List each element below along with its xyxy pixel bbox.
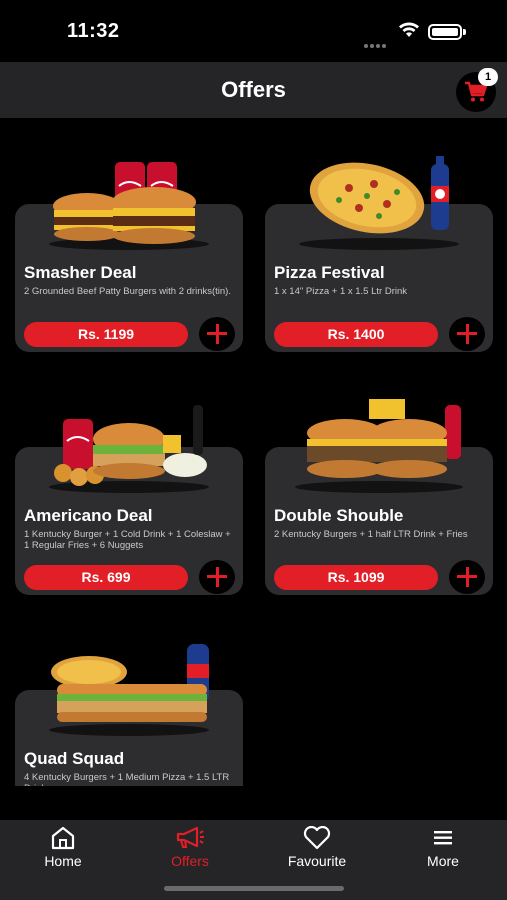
battery-icon: [428, 24, 462, 40]
price-button[interactable]: Rs. 1400: [274, 322, 438, 347]
offer-card[interactable]: Pizza Festival 1 x 14" Pizza + 1 x 1.5 L…: [265, 156, 493, 352]
offer-image: [49, 644, 209, 736]
heart-icon: [303, 826, 331, 850]
offer-image: [299, 156, 459, 250]
add-to-cart-button[interactable]: [449, 560, 485, 594]
status-bar: 11:32: [0, 0, 507, 62]
price-button[interactable]: Rs. 1199: [24, 322, 188, 347]
offer-description: 2 Grounded Beef Patty Burgers with 2 dri…: [24, 286, 231, 297]
tab-label: Offers: [171, 853, 209, 869]
price-button[interactable]: Rs. 699: [24, 565, 188, 590]
page-title: Offers: [221, 77, 286, 102]
tab-offers[interactable]: Offers: [140, 826, 240, 876]
offer-card[interactable]: Americano Deal 1 Kentucky Burger + 1 Col…: [15, 405, 243, 595]
tab-home[interactable]: Home: [13, 826, 113, 876]
megaphone-icon: [176, 826, 204, 848]
status-time: 11:32: [67, 20, 120, 42]
tab-label: More: [427, 853, 459, 869]
offer-title: Americano Deal: [24, 506, 153, 525]
home-indicator: [164, 886, 344, 891]
offer-image: [295, 399, 463, 493]
offer-image: [49, 162, 209, 250]
tab-more[interactable]: More: [393, 826, 493, 876]
offer-description: 2 Kentucky Burgers + 1 half LTR Drink + …: [274, 529, 468, 540]
add-to-cart-button[interactable]: [449, 317, 485, 351]
price-button[interactable]: Rs. 1099: [274, 565, 438, 590]
offer-title: Quad Squad: [24, 749, 125, 768]
offer-card[interactable]: Double Shouble 2 Kentucky Burgers + 1 ha…: [265, 399, 493, 595]
add-to-cart-button[interactable]: [199, 317, 235, 351]
add-to-cart-button[interactable]: [199, 560, 235, 594]
offer-card[interactable]: Smasher Deal 2 Grounded Beef Patty Burge…: [15, 162, 243, 352]
cart-count-badge: 1: [478, 68, 498, 86]
top-navigation-bar: Offers: [0, 62, 507, 118]
tab-label: Home: [44, 853, 82, 869]
signal-icon: [364, 35, 388, 53]
menu-icon: [434, 831, 452, 845]
offer-image: [49, 405, 209, 493]
wifi-icon: [399, 22, 419, 37]
offer-title: Pizza Festival: [274, 263, 385, 282]
offer-description: 1 x 14" Pizza + 1 x 1.5 Ltr Drink: [274, 286, 407, 297]
home-icon: [51, 826, 75, 850]
offer-description: 1 Kentucky Burger + 1 Cold Drink + 1 Col…: [24, 529, 231, 551]
offer-title: Double Shouble: [274, 506, 404, 525]
tab-label: Favourite: [287, 853, 347, 869]
offer-title: Smasher Deal: [24, 263, 137, 282]
tab-favourite[interactable]: Favourite: [267, 826, 367, 876]
